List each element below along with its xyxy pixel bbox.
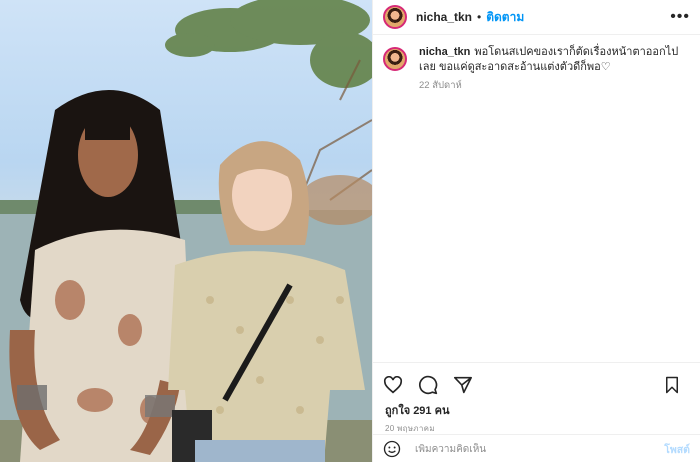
caption-username[interactable]: nicha_tkn: [419, 46, 470, 58]
post-sidebar: nicha_tkn • ติดตาม ••• nicha_tkn พอโดนสเป…: [372, 0, 700, 462]
emoji-icon[interactable]: [383, 438, 405, 460]
caption-body: nicha_tkn พอโดนสเปคของเราก็ตัดเรื่องหน้าต…: [419, 45, 690, 93]
more-options-icon[interactable]: •••: [670, 8, 690, 26]
follow-button[interactable]: ติดตาม: [486, 8, 524, 27]
caption-time: 22 สัปดาห์: [419, 80, 462, 91]
separator-dot: •: [477, 10, 482, 24]
comment-input[interactable]: [413, 442, 665, 456]
share-icon[interactable]: [453, 374, 479, 396]
post-date[interactable]: 20 พฤษภาคม: [373, 419, 700, 435]
post-header: nicha_tkn • ติดตาม •••: [373, 0, 700, 35]
caption-avatar[interactable]: [383, 47, 407, 71]
bookmark-icon[interactable]: [664, 374, 690, 396]
username-link[interactable]: nicha_tkn: [416, 10, 472, 24]
post-photo[interactable]: [0, 0, 372, 462]
avatar[interactable]: [383, 5, 407, 29]
post-comment-button[interactable]: โพสต์: [664, 441, 690, 458]
caption: nicha_tkn พอโดนสเปคของเราก็ตัดเรื่องหน้าต…: [373, 35, 700, 93]
photo-illustration: [0, 0, 372, 462]
instagram-post: nicha_tkn • ติดตาม ••• nicha_tkn พอโดนสเป…: [0, 0, 700, 462]
likes-count[interactable]: ถูกใจ 291 คน: [373, 399, 700, 419]
comment-icon[interactable]: [418, 374, 444, 396]
comment-box: โพสต์: [373, 434, 700, 463]
action-icons: [373, 363, 700, 399]
heart-icon[interactable]: [383, 374, 409, 396]
